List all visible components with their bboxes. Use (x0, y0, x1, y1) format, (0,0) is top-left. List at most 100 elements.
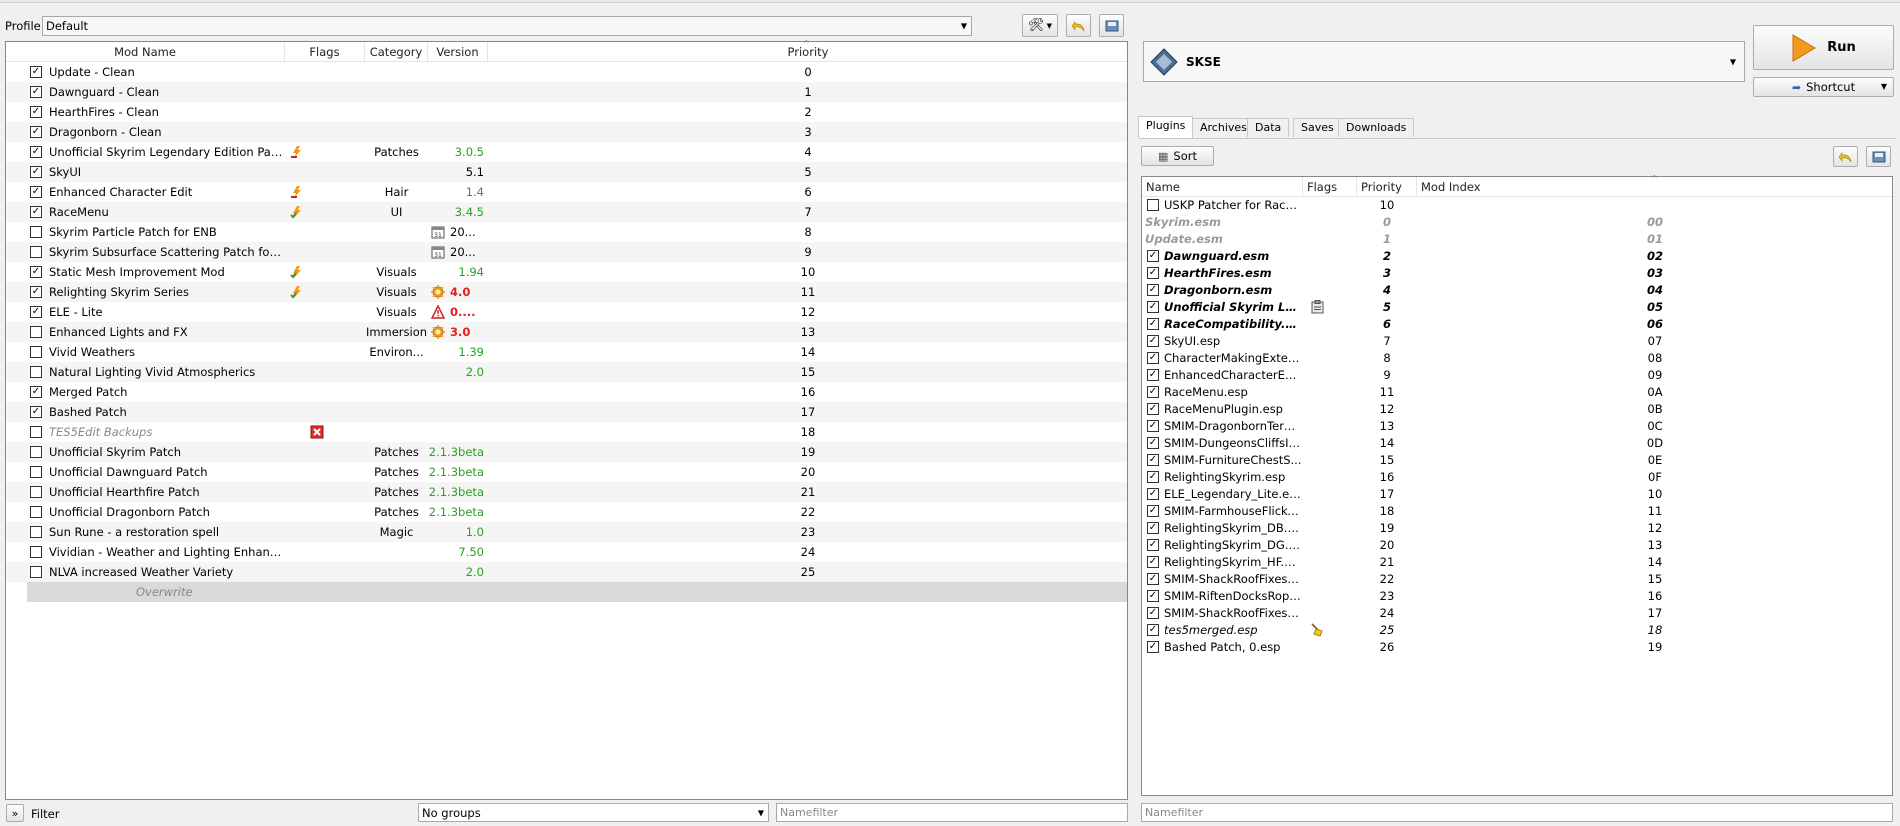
mod-enabled-checkbox[interactable]: ✓ (30, 306, 42, 318)
tools-button[interactable]: 🛠 ▼ (1022, 14, 1058, 37)
tab-data[interactable]: Data (1247, 118, 1290, 137)
mod-enabled-checkbox[interactable] (30, 546, 42, 558)
groups-select[interactable]: No groups ▼ (418, 803, 769, 822)
mod-row[interactable]: ✓ Static Mesh Improvement Mod Visuals 1.94 1… (6, 262, 1127, 282)
mod-enabled-checkbox[interactable]: ✓ (30, 146, 42, 158)
mod-enabled-checkbox[interactable] (30, 466, 42, 478)
plugin-row[interactable]: ✓ SMIM-DragonbornTern... 13 0C (1142, 418, 1892, 435)
overwrite-row[interactable]: Overwrite (27, 582, 1127, 602)
plugin-row[interactable]: ✓ SMIM-DungeonsCliffsIc... 14 0D (1142, 435, 1892, 452)
mod-enabled-checkbox[interactable] (30, 226, 42, 238)
col-priority[interactable]: Priority ^ (488, 39, 1128, 62)
create-backup-button[interactable] (1099, 14, 1124, 37)
plugin-row[interactable]: ✓ RelightingSkyrim.esp 16 0F (1142, 469, 1892, 486)
col-version[interactable]: Version (428, 42, 488, 62)
plugin-row[interactable]: ✓ RelightingSkyrim_HF.esp 21 14 (1142, 554, 1892, 571)
plugin-enabled-checkbox[interactable]: ✓ (1147, 352, 1159, 364)
plugin-enabled-checkbox[interactable]: ✓ (1147, 250, 1159, 262)
mod-row[interactable]: Vividian - Weather and Lighting Enhance.… (6, 542, 1127, 562)
mod-enabled-checkbox[interactable] (30, 566, 42, 578)
mod-enabled-checkbox[interactable]: ✓ (30, 186, 42, 198)
plugin-row[interactable]: ✓ SMIM-FarmhouseFlicke... 18 11 (1142, 503, 1892, 520)
plugin-enabled-checkbox[interactable]: ✓ (1147, 454, 1159, 466)
mod-row[interactable]: ✓ Enhanced Character Edit Hair 1.4 6 (6, 182, 1127, 202)
tab-archives[interactable]: Archives (1192, 118, 1255, 137)
plugin-row[interactable]: USKP Patcher for RaceC... 10 (1142, 197, 1892, 214)
plugin-row[interactable]: ✓ RaceCompatibility.esm 6 06 (1142, 316, 1892, 333)
plugin-row[interactable]: Update.esm 1 01 (1142, 231, 1892, 248)
mod-enabled-checkbox[interactable]: ✓ (30, 406, 42, 418)
plugin-enabled-checkbox[interactable]: ✓ (1147, 335, 1159, 347)
executable-select[interactable]: SKSE ▼ (1143, 41, 1745, 82)
mod-enabled-checkbox[interactable]: ✓ (30, 206, 42, 218)
mod-row[interactable]: Skyrim Subsurface Scattering Patch for E… (6, 242, 1127, 262)
plugin-enabled-checkbox[interactable]: ✓ (1147, 522, 1159, 534)
mod-row[interactable]: Unofficial Hearthfire Patch Patches 2.1.3b… (6, 482, 1127, 502)
profile-select[interactable]: Default ▼ (42, 16, 972, 36)
mod-row[interactable]: ✓ Relighting Skyrim Series Visuals 4.0 11 (6, 282, 1127, 302)
plugin-enabled-checkbox[interactable] (1147, 199, 1159, 211)
plugin-enabled-checkbox[interactable]: ✓ (1147, 641, 1159, 653)
mod-enabled-checkbox[interactable] (30, 506, 42, 518)
plugin-row[interactable]: ✓ SMIM-ShackRoofFixesD... 24 17 (1142, 605, 1892, 622)
plugin-row[interactable]: ✓ RaceMenuPlugin.esp 12 0B (1142, 401, 1892, 418)
plugin-list[interactable]: Name Flags Priority Mod Index ^ USKP Pat… (1141, 174, 1893, 796)
sort-button[interactable]: ▦ Sort (1141, 146, 1214, 166)
mod-row[interactable]: NLVA increased Weather Variety 2.0 25 (6, 562, 1127, 582)
plugin-row[interactable]: ✓ RelightingSkyrim_DG.esp 20 13 (1142, 537, 1892, 554)
mod-row[interactable]: Unofficial Skyrim Patch Patches 2.1.3beta 1… (6, 442, 1127, 462)
col-category[interactable]: Category (365, 42, 428, 62)
plugin-row[interactable]: Skyrim.esm 0 00 (1142, 214, 1892, 231)
plugin-row[interactable]: ✓ RelightingSkyrim_DB.esp 19 12 (1142, 520, 1892, 537)
col-plugin-priority[interactable]: Priority (1357, 177, 1417, 197)
col-plugin-name[interactable]: Name (1142, 177, 1303, 197)
mod-enabled-checkbox[interactable] (30, 526, 42, 538)
plugin-enabled-checkbox[interactable]: ✓ (1147, 471, 1159, 483)
mod-enabled-checkbox[interactable] (30, 486, 42, 498)
plugin-row[interactable]: ✓ EnhancedCharacterEdit.... 9 09 (1142, 367, 1892, 384)
plugin-enabled-checkbox[interactable]: ✓ (1147, 437, 1159, 449)
mod-enabled-checkbox[interactable] (30, 446, 42, 458)
mod-row[interactable]: ✓ HearthFires - Clean 2 (6, 102, 1127, 122)
plugin-row[interactable]: ✓ CharacterMakingExtend... 8 08 (1142, 350, 1892, 367)
plugin-enabled-checkbox[interactable]: ✓ (1147, 318, 1159, 330)
mod-enabled-checkbox[interactable]: ✓ (30, 66, 42, 78)
col-plugin-modindex[interactable]: Mod Index ^ (1417, 174, 1893, 197)
run-button[interactable]: Run (1753, 25, 1894, 70)
mod-row[interactable]: Enhanced Lights and FX Immersion 3.0 13 (6, 322, 1127, 342)
mod-row[interactable]: Sun Rune - a restoration spell Magic 1.0 23 (6, 522, 1127, 542)
plugin-namefilter-input[interactable] (1141, 803, 1893, 822)
mod-enabled-checkbox[interactable] (30, 246, 42, 258)
plugin-row[interactable]: ✓ HearthFires.esm 3 03 (1142, 265, 1892, 282)
plugin-row[interactable]: ✓ Bashed Patch, 0.esp 26 19 (1142, 639, 1892, 656)
plugin-row[interactable]: ✓ SMIM-ShackRoofFixes.e... 22 15 (1142, 571, 1892, 588)
mod-row[interactable]: Unofficial Dragonborn Patch Patches 2.1.3b… (6, 502, 1127, 522)
mod-row[interactable]: Natural Lighting Vivid Atmospherics 2.0 15 (6, 362, 1127, 382)
plugin-enabled-checkbox[interactable]: ✓ (1147, 505, 1159, 517)
tab-plugins[interactable]: Plugins (1138, 116, 1194, 138)
plugin-row[interactable]: ✓ SMIM-RiftenDocksRope... 23 16 (1142, 588, 1892, 605)
mod-row[interactable]: ✓ Update - Clean 0 (6, 62, 1127, 82)
mod-enabled-checkbox[interactable]: ✓ (30, 166, 42, 178)
mod-enabled-checkbox[interactable] (30, 366, 42, 378)
plugin-enabled-checkbox[interactable]: ✓ (1147, 573, 1159, 585)
plugin-row[interactable]: ✓ Dawnguard.esm 2 02 (1142, 248, 1892, 265)
mod-row[interactable]: ✓ Unofficial Skyrim Legendary Edition Pat… (6, 142, 1127, 162)
plugin-enabled-checkbox[interactable]: ✓ (1147, 403, 1159, 415)
plugin-enabled-checkbox[interactable]: ✓ (1147, 607, 1159, 619)
mod-enabled-checkbox[interactable] (30, 326, 42, 338)
plugin-enabled-checkbox[interactable]: ✓ (1147, 539, 1159, 551)
plugin-enabled-checkbox[interactable]: ✓ (1147, 420, 1159, 432)
plugin-enabled-checkbox[interactable]: ✓ (1147, 386, 1159, 398)
mod-row[interactable]: Skyrim Particle Patch for ENB 31 20... 8 (6, 222, 1127, 242)
tab-saves[interactable]: Saves (1293, 118, 1342, 137)
plugin-enabled-checkbox[interactable]: ✓ (1147, 267, 1159, 279)
plugin-row[interactable]: ✓ Unofficial Skyrim Leg... 5 05 (1142, 299, 1892, 316)
col-plugin-flags[interactable]: Flags (1303, 177, 1357, 197)
plugin-row[interactable]: ✓ SkyUI.esp 7 07 (1142, 333, 1892, 350)
tab-downloads[interactable]: Downloads (1338, 118, 1415, 137)
mod-enabled-checkbox[interactable]: ✓ (30, 286, 42, 298)
mod-row[interactable]: ✓ SkyUI 5.1 5 (6, 162, 1127, 182)
plugins-backup-button[interactable] (1866, 146, 1891, 167)
plugin-enabled-checkbox[interactable]: ✓ (1147, 301, 1159, 313)
